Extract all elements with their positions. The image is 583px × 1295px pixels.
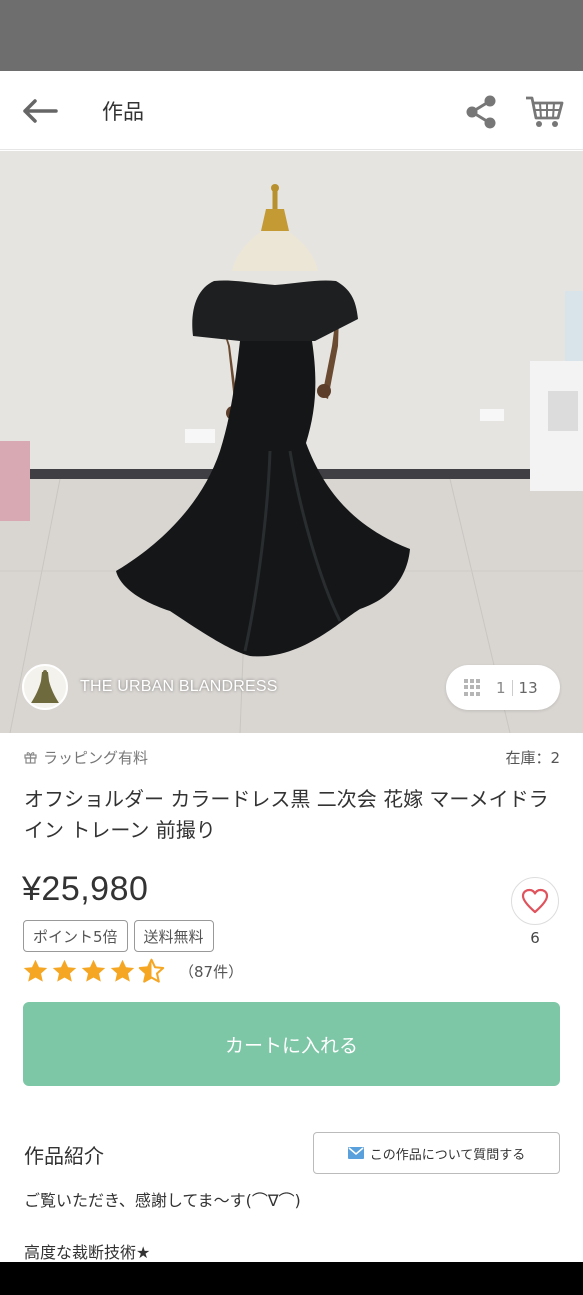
share-button[interactable]: [460, 91, 502, 133]
product-title: オフショルダー カラードレス黒 二次会 花嫁 マーメイドライン トレーン 前撮り: [24, 787, 549, 842]
ask-question-button[interactable]: この作品について質問する: [313, 1132, 560, 1174]
cart-button[interactable]: [522, 91, 566, 133]
image-page-counter[interactable]: 1 13: [446, 665, 560, 710]
star-icon: [81, 959, 106, 982]
page-current: 1: [496, 678, 506, 697]
add-to-cart-button[interactable]: カートに入れる: [23, 1002, 560, 1086]
stock-count: 在庫：2: [505, 748, 560, 767]
share-icon: [466, 95, 496, 129]
rating[interactable]: （87件）: [22, 958, 243, 985]
mail-icon: [347, 1147, 364, 1159]
grid-icon: [464, 678, 482, 697]
intro-heading: 作品紹介: [24, 1144, 104, 1168]
star-icon: [52, 959, 77, 982]
status-bar: [0, 0, 583, 71]
half-star-icon: [138, 958, 165, 983]
dress-photo: [0, 151, 583, 733]
back-button[interactable]: [18, 91, 62, 131]
review-count[interactable]: （87件）: [179, 961, 243, 982]
favorite-count: 6: [530, 929, 540, 947]
system-nav-bar: [0, 1262, 583, 1295]
shop-avatar: [22, 664, 68, 710]
star-icon: [110, 959, 135, 982]
ask-question-label: この作品について質問する: [369, 1147, 526, 1163]
product-price: ¥25,980: [22, 870, 149, 908]
favorite-button[interactable]: [511, 877, 559, 925]
heart-icon: [521, 888, 549, 914]
wrapping-label: ラッピング有料: [43, 748, 149, 767]
arrow-left-icon: [23, 99, 58, 123]
page-title: 作品: [102, 100, 144, 124]
product-image[interactable]: [0, 151, 583, 733]
points-tag: ポイント5倍: [23, 920, 128, 952]
shop-name[interactable]: THE URBAN BLANDRESS: [80, 678, 278, 696]
wrapping-info: ラッピング有料: [24, 747, 148, 768]
app-header: 作品: [0, 71, 583, 150]
meta-row: ラッピング有料 在庫：2: [24, 746, 560, 768]
product-tags: ポイント5倍 送料無料: [23, 920, 220, 952]
intro-text: ご覧いただき、感謝してま～す(⌒∇⌒): [24, 1191, 301, 1210]
free-shipping-tag: 送料無料: [133, 920, 214, 952]
page-total: 13: [518, 678, 538, 697]
shop-badge[interactable]: THE URBAN BLANDRESS: [22, 664, 278, 710]
page-separator: [511, 679, 513, 696]
cart-icon: [526, 96, 564, 127]
intro-text: 高度な裁断技術★: [24, 1243, 151, 1262]
star-icon: [23, 959, 48, 982]
gift-icon: [24, 751, 37, 764]
